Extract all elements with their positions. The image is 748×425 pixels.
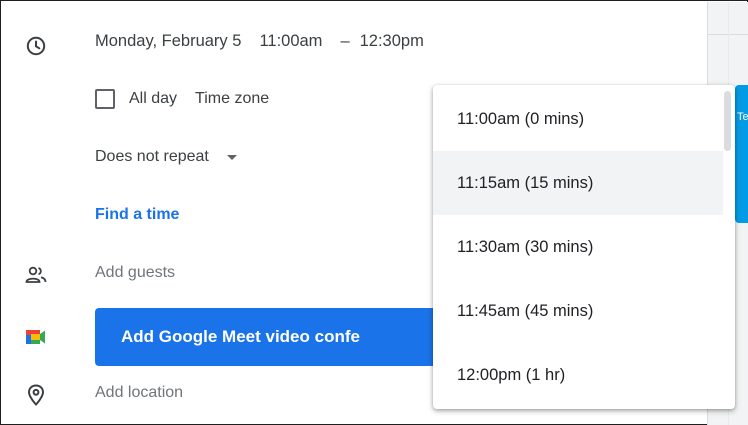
repeat-label: Does not repeat — [95, 148, 209, 165]
guests-icon — [25, 264, 47, 286]
find-a-time-link[interactable]: Find a time — [95, 206, 179, 224]
event-end-time[interactable]: 12:30pm — [360, 32, 424, 51]
location-pin-icon — [25, 384, 47, 406]
add-guests-input[interactable]: Add guests — [95, 264, 175, 282]
time-option-label: 11:30am (30 mins) — [457, 237, 594, 256]
time-option-label: 11:00am (0 mins) — [457, 109, 585, 128]
time-option[interactable]: 11:45am (45 mins) — [433, 279, 723, 343]
event-datetime[interactable]: Monday, February 5 11:00am – 12:30pm — [95, 32, 432, 51]
clock-icon — [25, 35, 47, 57]
background-event-text: Te 11 — [737, 111, 748, 123]
repeat-dropdown[interactable]: Does not repeat — [95, 148, 237, 166]
end-time-dropdown[interactable]: 11:00am (0 mins) 11:15am (15 mins) 11:30… — [433, 85, 735, 409]
time-option[interactable]: 12:00pm (1 hr) — [433, 343, 723, 407]
event-editor: Te 11 Monday, February 5 11:00am – 12:30… — [0, 0, 748, 425]
allday-row: All day Time zone — [95, 89, 269, 109]
add-location-input[interactable]: Add location — [95, 384, 183, 402]
time-option[interactable]: 11:30am (30 mins) — [433, 215, 723, 279]
time-option-label: 11:45am (45 mins) — [457, 301, 594, 320]
add-google-meet-button[interactable]: Add Google Meet video confe — [95, 308, 441, 366]
dropdown-scrollbar[interactable] — [724, 91, 731, 151]
allday-checkbox[interactable] — [95, 89, 115, 109]
time-option[interactable]: 11:00am (0 mins) — [433, 87, 723, 151]
allday-label[interactable]: All day — [129, 90, 177, 108]
google-meet-icon — [25, 326, 47, 348]
time-option-hovered[interactable]: 11:15am (15 mins) — [433, 151, 723, 215]
time-separator: – — [340, 32, 350, 50]
time-option-label: 12:00pm (1 hr) — [457, 365, 566, 384]
timezone-link[interactable]: Time zone — [195, 90, 269, 108]
time-option-label: 11:15am (15 mins) — [457, 173, 594, 192]
dropdown-caret-icon — [226, 154, 237, 160]
event-start-time[interactable]: 11:00am — [259, 32, 322, 51]
event-date[interactable]: Monday, February 5 — [95, 32, 241, 51]
background-event-chip[interactable]: Te 11 — [735, 85, 748, 223]
